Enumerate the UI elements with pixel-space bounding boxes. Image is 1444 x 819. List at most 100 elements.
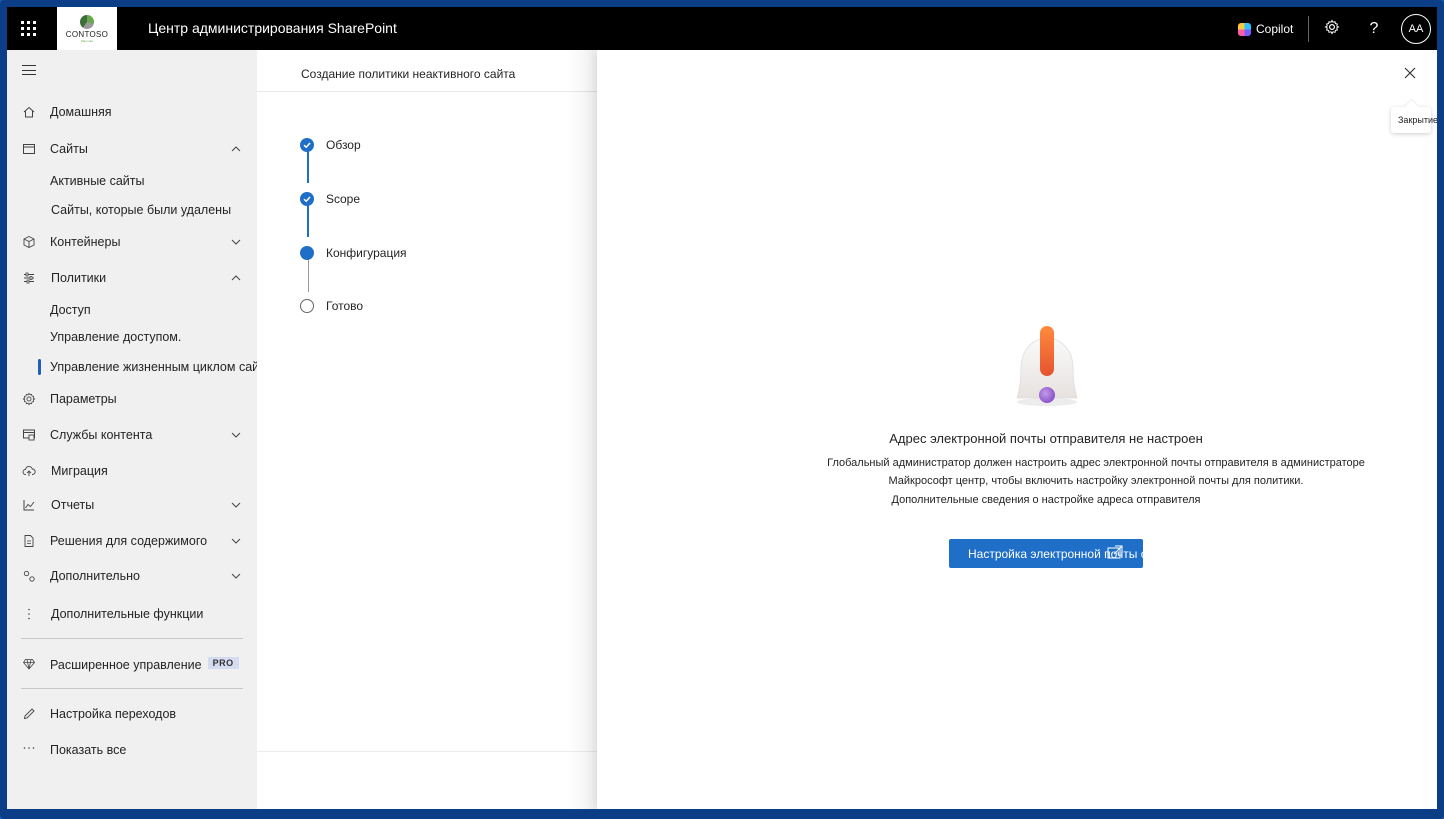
sidebar-item-sites[interactable]: Сайты [7,135,257,163]
pro-badge: PRO [207,656,239,669]
chevron-up-icon[interactable] [230,143,242,155]
sidebar-item-label: Службы контента [50,428,153,442]
logo-subtext: Main site [80,38,93,43]
panel-shadow [567,50,597,809]
logo-mark-icon [80,14,94,29]
sidebar-item-label: Доступ [50,303,91,317]
app-title[interactable]: Центр администрирования SharePoint [148,7,397,50]
gear-icon[interactable] [1322,19,1342,39]
chevron-down-icon[interactable] [230,535,242,547]
chart-icon [21,497,37,513]
sidebar-item-label: Отчеты [51,498,95,512]
sliders-icon [21,270,37,286]
sidebar-item-active-sites[interactable]: Активные сайты [7,167,257,195]
copilot-button[interactable]: Copilot [1238,19,1293,39]
sidebar-item-home[interactable]: Домашняя [7,98,257,126]
sidebar-item-customize-navigation[interactable]: Настройка переходов [7,700,257,728]
step-label: Обзор [326,138,361,152]
wizard-header: Создание политики неактивного сайта [257,50,597,92]
contoso-logo[interactable]: CONTOSO Main site [57,7,117,50]
sidebar-item-show-all[interactable]: Показать все [7,736,257,764]
sidebar-item-label: Управление жизненным циклом сайта [50,360,272,374]
settings-advanced-icon [21,568,37,584]
pencil-icon [21,706,37,722]
sidebar-item-access[interactable]: Доступ [7,296,257,324]
topbar-divider [1308,16,1309,42]
sidebar-item-advanced-management[interactable]: Расширенное управление PRO [7,650,257,678]
sidebar-item-containers[interactable]: Контейнеры [7,228,257,256]
current-step-icon [300,246,314,260]
checkmark-icon [300,138,314,152]
sidebar-item-site-lifecycle[interactable]: Управление жизненным циклом сайта [7,353,272,381]
document-icon [21,533,37,549]
chevron-down-icon[interactable] [230,499,242,511]
active-indicator [38,359,41,375]
sidebar-item-label: Расширенное управление PRO [50,656,239,672]
diamond-icon [21,656,37,672]
close-tooltip-text: Закрытие [1398,115,1437,125]
sidebar-item-more-features[interactable]: Дополнительные функции [7,600,257,628]
step-label: Готово [326,299,364,313]
message-title: Адрес электронной почты отправителя не н… [889,431,1203,446]
copilot-icon [1238,22,1251,36]
sidebar-item-label: Настройка переходов [50,707,177,721]
open-external-icon [1107,545,1123,559]
more-horizontal-icon [21,742,37,758]
warning-bell-icon [1016,326,1078,406]
sidebar-item-reports[interactable]: Отчеты [7,491,257,519]
sidebar-item-content-services[interactable]: Службы контента [7,421,257,449]
chevron-down-icon[interactable] [230,236,242,248]
sidebar-divider [21,688,243,689]
pending-step-icon [300,299,314,313]
hamburger-icon[interactable] [22,65,36,75]
sidebar-item-label: Политики [51,271,107,285]
step-configuration[interactable]: Конфигурация [300,245,407,261]
chevron-down-icon[interactable] [230,429,242,441]
step-finish[interactable]: Готово [300,298,363,314]
step-label: Конфигурация [326,246,407,260]
wizard-title: Создание политики неактивного сайта [301,67,516,81]
step-scope[interactable]: Scope [300,191,360,207]
browser-icon [21,141,37,157]
more-vertical-icon [21,606,37,622]
close-icon[interactable] [1400,63,1420,83]
sidebar-item-label: Сайты, которые были удалены [51,203,232,217]
home-icon [21,104,37,120]
message-body: Глобальный администратор должен настроит… [827,457,1365,487]
sidebar-item-settings[interactable]: Параметры [7,385,257,413]
close-tooltip: Закрытие [1391,107,1437,133]
gear-icon [21,391,37,407]
sidebar-item-label: Дополнительно [50,569,140,583]
step-label: Scope [326,192,361,206]
sidebar-item-label: Сайты [50,142,88,156]
help-icon[interactable]: ? [1364,19,1384,39]
copilot-label: Copilot [1256,22,1294,36]
avatar[interactable]: AA [1401,14,1431,44]
sidebar-item-content-solutions[interactable]: Решения для содержимого [7,527,257,555]
sidebar-item-deleted-sites[interactable]: Сайты, которые были удалены [7,196,257,224]
chevron-up-icon[interactable] [230,272,242,284]
learn-more-link[interactable]: Дополнительные сведения о настройке адре… [597,494,1437,506]
sidebar-item-label: Домашняя [50,105,112,119]
wizard-pane: Создание политики неактивного сайта Обзо… [257,50,597,809]
cloud-upload-icon [21,463,37,479]
configure-email-button[interactable]: Настройка электронной почты отп [949,539,1143,568]
sidebar-item-migration[interactable]: Миграция [7,457,257,485]
sidebar-item-label: Управление доступом. [50,330,182,344]
sidebar-item-policies[interactable]: Политики [7,264,257,292]
chevron-down-icon[interactable] [230,570,242,582]
wizard-footer-divider [257,751,597,752]
sidebar-item-label: Миграция [51,464,108,478]
sidebar-divider [21,638,243,639]
waffle-icon[interactable] [7,7,50,50]
advanced-management-label: Расширенное управление [50,657,202,672]
checkmark-icon [300,192,314,206]
sidebar: Домашняя Сайты Активные сайты Сайты, кот… [7,50,272,809]
sidebar-item-advanced[interactable]: Дополнительно [7,562,257,590]
top-bar: CONTOSO Main site Центр администрировани… [7,7,1437,50]
sidebar-item-label: Показать все [50,743,127,757]
step-overview[interactable]: Обзор [300,137,361,153]
sidebar-item-access-control[interactable]: Управление доступом. [7,323,257,351]
sidebar-item-label: Параметры [50,392,117,406]
cube-icon [21,234,37,250]
